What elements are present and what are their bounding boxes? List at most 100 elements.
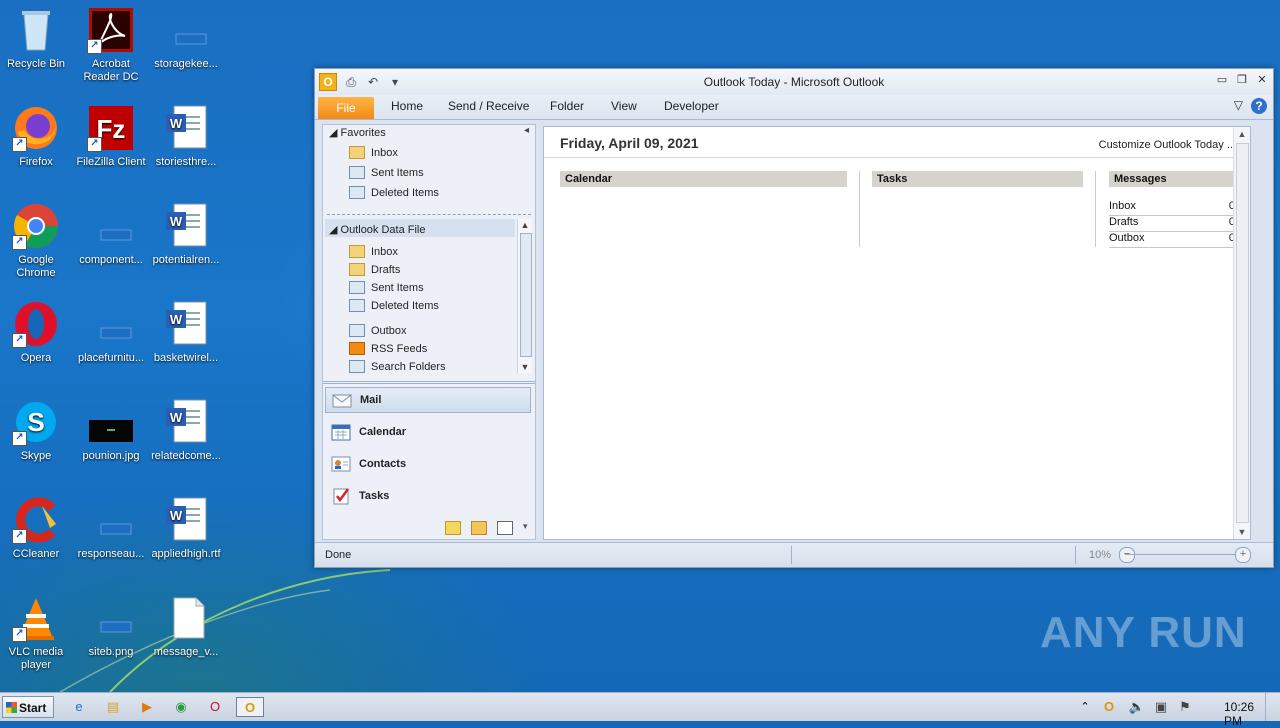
- folder-deleted-items[interactable]: Deleted Items: [349, 299, 439, 312]
- ribbon-tabs: File Home Send / Receive Folder View Dev…: [315, 95, 1273, 120]
- customize-outlook-today-link[interactable]: Customize Outlook Today ...: [1099, 139, 1236, 151]
- expand-ribbon-icon[interactable]: ▽: [1234, 98, 1243, 112]
- zoom-out-button[interactable]: −: [1119, 547, 1135, 563]
- outlook-taskbar-icon[interactable]: O: [236, 697, 264, 717]
- folder-search-folders[interactable]: Search Folders: [349, 360, 446, 373]
- help-icon[interactable]: ?: [1251, 98, 1267, 114]
- tasks-header[interactable]: Tasks: [872, 171, 1083, 187]
- desktop-icon-file[interactable]: message_v...: [148, 594, 224, 659]
- minimize-icon[interactable]: ▭: [1215, 73, 1229, 87]
- folder-icon: [349, 245, 365, 258]
- zoom-level[interactable]: 10%: [1089, 549, 1111, 561]
- show-hidden-icons-icon[interactable]: ⌃: [1074, 697, 1096, 717]
- show-desktop-button[interactable]: [1265, 693, 1280, 721]
- svg-text:W: W: [170, 410, 183, 425]
- network-icon[interactable]: ▣: [1150, 697, 1172, 717]
- clock[interactable]: 10:26 PM: [1224, 700, 1254, 728]
- tasks-icon: [331, 487, 351, 505]
- zoom-in-button[interactable]: +: [1235, 547, 1251, 563]
- word-document-icon: W: [162, 202, 210, 250]
- desktop-icon-file[interactable]: responseau...: [73, 496, 149, 561]
- desktop-icon-file[interactable]: placefurnitu...: [73, 300, 149, 365]
- favorites-header[interactable]: ◢ Favorites: [329, 126, 386, 139]
- contacts-icon: [331, 455, 351, 473]
- module-tasks[interactable]: Tasks: [325, 483, 531, 509]
- close-icon[interactable]: ✕: [1255, 73, 1269, 87]
- folder-list-icon[interactable]: [471, 521, 487, 535]
- desktop-icon-word-doc[interactable]: W storiesthre...: [148, 104, 224, 169]
- blank-file-icon: [162, 6, 210, 54]
- desktop-icon-skype[interactable]: S ↗ Skype: [0, 398, 74, 463]
- notes-icon[interactable]: [445, 521, 461, 535]
- desktop-icon-image[interactable]: pounion.jpg: [73, 398, 149, 463]
- window-title: Outlook Today - Microsoft Outlook: [703, 75, 885, 89]
- desktop-icon-recycle-bin[interactable]: Recycle Bin: [0, 6, 74, 71]
- tab-send-receive[interactable]: Send / Receive: [448, 99, 529, 113]
- configure-buttons-icon[interactable]: ▾: [523, 521, 531, 533]
- nav-splitter[interactable]: [323, 381, 535, 384]
- favorites-deleted-items[interactable]: Deleted Items: [349, 186, 439, 199]
- favorites-inbox[interactable]: Inbox: [349, 146, 398, 159]
- folder-rss-feeds[interactable]: RSS Feeds: [349, 342, 427, 355]
- desktop-icon-word-doc[interactable]: W potentialren...: [148, 202, 224, 267]
- internet-explorer-icon[interactable]: e: [68, 697, 90, 717]
- desktop-icon-ccleaner[interactable]: ↗ CCleaner: [0, 496, 74, 561]
- scroll-thumb[interactable]: [520, 233, 532, 357]
- folder-outbox[interactable]: Outbox: [349, 324, 406, 337]
- module-calendar[interactable]: Calendar: [325, 419, 531, 445]
- outlook-tray-icon[interactable]: O: [1098, 697, 1120, 717]
- scroll-down-icon[interactable]: ▼: [518, 362, 532, 372]
- opera-taskbar-icon[interactable]: O: [204, 697, 226, 717]
- module-mail[interactable]: Mail: [325, 387, 531, 413]
- tab-file[interactable]: File: [318, 97, 374, 119]
- desktop-icon-filezilla[interactable]: Fz ↗ FileZilla Client: [73, 104, 149, 169]
- tab-home[interactable]: Home: [391, 99, 423, 113]
- media-player-icon[interactable]: ▶: [136, 697, 158, 717]
- shortcuts-icon[interactable]: [497, 521, 513, 535]
- content-scrollbar[interactable]: ▲ ▼: [1233, 127, 1250, 539]
- desktop-icon-image[interactable]: siteb.png: [73, 594, 149, 659]
- desktop-icon-firefox[interactable]: ↗ Firefox: [0, 104, 74, 169]
- folder-inbox[interactable]: Inbox: [349, 245, 398, 258]
- skype-icon: S ↗: [12, 398, 60, 446]
- chrome-taskbar-icon[interactable]: ◉: [170, 697, 192, 717]
- status-divider: [791, 546, 792, 564]
- zoom-slider[interactable]: [1125, 554, 1243, 555]
- messages-outbox-row[interactable]: Outbox 0: [1109, 232, 1237, 248]
- desktop-icon-file[interactable]: storagekee...: [148, 6, 224, 71]
- messages-inbox-row[interactable]: Inbox 0: [1109, 200, 1237, 216]
- scroll-up-icon[interactable]: ▲: [518, 220, 532, 230]
- scroll-up-icon[interactable]: ▲: [1234, 129, 1250, 139]
- maximize-icon[interactable]: ❐: [1235, 73, 1249, 87]
- tab-view[interactable]: View: [611, 99, 637, 113]
- action-center-flag-icon[interactable]: ⚑: [1174, 697, 1196, 717]
- volume-icon[interactable]: 🔈: [1126, 697, 1148, 717]
- desktop-icon-google-chrome[interactable]: ↗ Google Chrome: [0, 202, 74, 280]
- desktop-icon-vlc[interactable]: ↗ VLC media player: [0, 594, 74, 672]
- desktop-icon-word-doc[interactable]: W basketwirel...: [148, 300, 224, 365]
- start-button[interactable]: Start: [2, 696, 54, 718]
- desktop-icon-word-doc[interactable]: W appliedhigh.rtf: [148, 496, 224, 561]
- collapse-nav-icon[interactable]: ◂: [524, 125, 529, 136]
- scroll-down-icon[interactable]: ▼: [1234, 527, 1250, 537]
- scroll-thumb[interactable]: [1236, 143, 1249, 523]
- desktop-icon-file[interactable]: component...: [73, 202, 149, 267]
- folder-sent-items[interactable]: Sent Items: [349, 281, 424, 294]
- desktop-icon-opera[interactable]: ↗ Opera: [0, 300, 74, 365]
- data-file-header[interactable]: ◢ Outlook Data File: [329, 223, 426, 236]
- calendar-header[interactable]: Calendar: [560, 171, 847, 187]
- tab-developer[interactable]: Developer: [664, 99, 719, 113]
- messages-header[interactable]: Messages: [1109, 171, 1236, 187]
- messages-drafts-row[interactable]: Drafts 0: [1109, 216, 1237, 232]
- module-contacts[interactable]: Contacts: [325, 451, 531, 477]
- favorites-sent-items[interactable]: Sent Items: [349, 166, 424, 179]
- tab-folder[interactable]: Folder: [550, 99, 584, 113]
- desktop-icon-word-doc[interactable]: W relatedcome...: [148, 398, 224, 463]
- folder-drafts[interactable]: Drafts: [349, 263, 400, 276]
- desktop-icon-acrobat[interactable]: ↗ Acrobat Reader DC: [73, 6, 149, 84]
- divider: [327, 214, 531, 215]
- file-explorer-icon[interactable]: ▤: [102, 697, 124, 717]
- anyrun-watermark: ANY RUN: [1040, 608, 1247, 657]
- search-folder-icon: [349, 360, 365, 373]
- folder-scrollbar[interactable]: ▲ ▼: [517, 219, 532, 373]
